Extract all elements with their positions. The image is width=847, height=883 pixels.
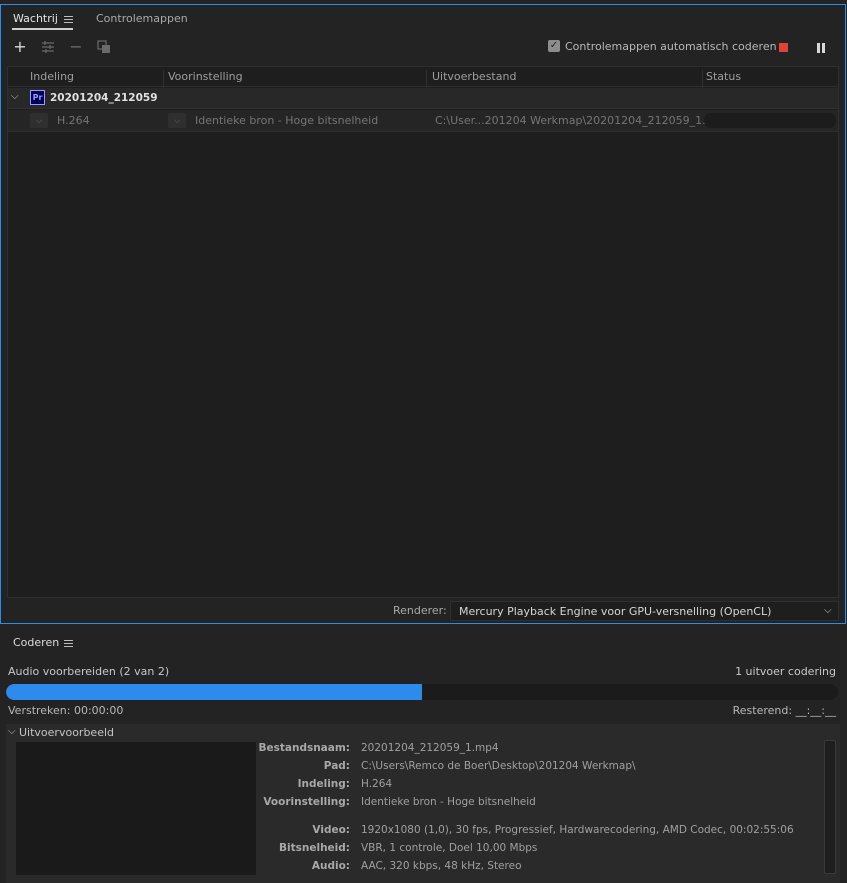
encode-progress-bar — [6, 684, 838, 700]
column-divider[interactable] — [426, 70, 427, 90]
info-row-video: Video: 1920x1080 (1,0), 30 fps, Progress… — [256, 824, 816, 840]
output-preview-title[interactable]: Uitvoervoorbeeld — [19, 726, 114, 739]
info-row-path: Pad: C:\Users\Remco de Boer\Desktop\2012… — [256, 760, 816, 776]
queue-item-row[interactable]: ⌵ H.264 ⌵ Identieke bron - Hoge bitsnelh… — [8, 110, 838, 132]
info-row-bitrate: Bitsnelheid: VBR, 1 controle, Doel 10,00… — [256, 842, 816, 858]
item-status-bar — [704, 113, 836, 128]
chevron-down-icon: ⌵ — [824, 605, 832, 616]
encode-count: 1 uitvoer codering — [735, 665, 836, 678]
column-header-row: Indeling Voorinstelling Uitvoerbestand S… — [8, 67, 838, 90]
minus-icon[interactable]: − — [68, 39, 84, 55]
stop-icon[interactable] — [779, 43, 788, 52]
elapsed-time: Verstreken: 00:00:00 — [8, 704, 124, 717]
settings-sliders-icon[interactable] — [40, 39, 56, 55]
chevron-down-icon[interactable]: ⌵ — [11, 91, 19, 102]
info-row-format: Indeling: H.264 — [256, 778, 816, 794]
active-tab-indicator — [12, 28, 73, 30]
renderer-value: Mercury Playback Engine voor GPU-versnel… — [459, 605, 772, 618]
info-value: H.264 — [361, 778, 393, 790]
renderer-label: Renderer: — [393, 604, 447, 617]
tab-watch-folders[interactable]: Controlemappen — [96, 12, 188, 25]
encode-panel-title[interactable]: Coderen — [13, 636, 59, 649]
item-preset[interactable]: Identieke bron - Hoge bitsnelheid — [195, 114, 378, 127]
preset-dropdown-icon[interactable]: ⌵ — [168, 113, 186, 128]
info-label: Bitsnelheid: — [279, 842, 350, 854]
queue-group-row[interactable]: ⌵ Pr 20201204_212059 — [8, 88, 838, 109]
info-label: Audio: — [311, 860, 350, 872]
encode-progress-fill — [6, 684, 422, 700]
info-value: VBR, 1 controle, Doel 10,00 Mbps — [361, 842, 538, 854]
plus-icon[interactable]: + — [12, 39, 28, 55]
group-name: 20201204_212059 — [50, 92, 158, 104]
queue-panel: Wachtrij Controlemappen + − ✓ Controlema… — [0, 4, 846, 624]
preview-scrollbar[interactable] — [824, 740, 836, 874]
premiere-pro-icon: Pr — [30, 90, 45, 105]
column-output[interactable]: Uitvoerbestand — [432, 70, 516, 83]
duplicate-icon[interactable] — [96, 39, 112, 55]
queue-toolbar: + − ✓ Controlemappen automatisch coderen — [1, 37, 845, 59]
chevron-down-icon[interactable]: ⌵ — [8, 726, 16, 737]
encode-status: Audio voorbereiden (2 van 2) — [8, 665, 170, 678]
info-label: Video: — [312, 824, 350, 836]
output-preview-thumbnail — [16, 742, 256, 875]
queue-list: Indeling Voorinstelling Uitvoerbestand S… — [7, 66, 839, 598]
pause-icon[interactable] — [817, 43, 826, 53]
info-value: 20201204_212059_1.mp4 — [361, 742, 499, 754]
output-preview-section: ⌵ Uitvoervoorbeeld Bestandsnaam: 2020120… — [6, 724, 840, 883]
info-label: Indeling: — [297, 778, 350, 790]
info-value: C:\Users\Remco de Boer\Desktop\201204 We… — [361, 760, 636, 772]
panel-menu-icon[interactable] — [64, 16, 73, 24]
panel-menu-icon[interactable] — [64, 640, 73, 648]
info-label: Voorinstelling: — [263, 796, 350, 808]
renderer-select[interactable]: Mercury Playback Engine voor GPU-versnel… — [450, 601, 839, 621]
column-status[interactable]: Status — [706, 70, 741, 83]
column-format[interactable]: Indeling — [30, 70, 74, 83]
remaining-time: Resterend: __:__:__ — [732, 704, 836, 717]
auto-encode-label: Controlemappen automatisch coderen — [565, 40, 777, 53]
info-value: 1920x1080 (1,0), 30 fps, Progressief, Ha… — [361, 824, 794, 836]
info-label: Pad: — [323, 760, 350, 772]
info-row-preset: Voorinstelling: Identieke bron - Hoge bi… — [256, 796, 816, 812]
encode-panel: Coderen Audio voorbereiden (2 van 2) 1 u… — [0, 626, 847, 883]
info-row-audio: Audio: AAC, 320 kbps, 48 kHz, Stereo — [256, 860, 816, 876]
tab-queue[interactable]: Wachtrij — [13, 12, 58, 25]
item-output[interactable]: C:\User...201204 Werkmap\20201204_212059… — [435, 114, 730, 127]
info-value: AAC, 320 kbps, 48 kHz, Stereo — [361, 860, 522, 872]
queue-tab-bar: Wachtrij Controlemappen — [1, 5, 845, 33]
info-value: Identieke bron - Hoge bitsnelheid — [361, 796, 536, 808]
item-format[interactable]: H.264 — [57, 114, 90, 127]
auto-encode-checkbox[interactable]: ✓ — [548, 40, 560, 52]
info-row-filename: Bestandsnaam: 20201204_212059_1.mp4 — [256, 742, 816, 758]
column-preset[interactable]: Voorinstelling — [168, 70, 243, 83]
column-divider[interactable] — [163, 70, 164, 90]
column-divider[interactable] — [702, 70, 703, 90]
format-dropdown-icon[interactable]: ⌵ — [30, 113, 48, 128]
info-label: Bestandsnaam: — [258, 742, 350, 754]
